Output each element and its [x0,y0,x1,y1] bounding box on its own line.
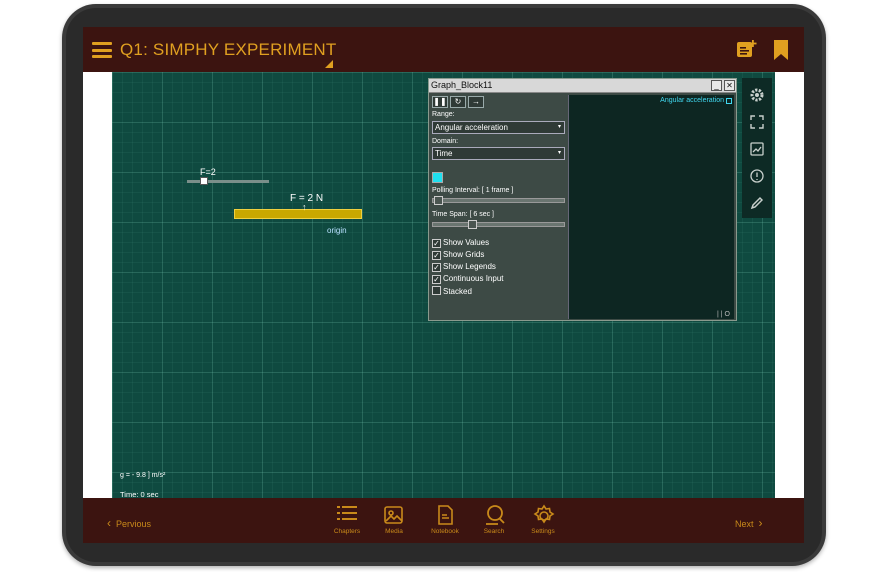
list-icon [337,506,357,520]
search-button[interactable]: Search [474,502,514,538]
previous-button[interactable]: ‹ Pervious [107,516,151,530]
checkbox-box [432,286,441,295]
checkbox-box: ✓ [432,239,441,248]
settings-button[interactable]: Settings [523,502,563,538]
info-icon[interactable] [748,167,766,185]
series-color-swatch[interactable] [432,172,443,183]
rigid-body-rod[interactable] [234,209,362,219]
arrow-right-icon[interactable]: → [468,96,484,108]
gravity-readout: g = - 9.8 ] m/s² [120,472,166,479]
canvas-toolbar [742,78,772,218]
force-slider-label: F=2 [200,167,216,177]
stacked-checkbox[interactable]: Stacked [432,286,472,296]
chevron-right-icon: › [758,516,763,530]
domain-label: Domain: [432,138,459,145]
graph-icon[interactable] [748,140,766,158]
show-legends-checkbox[interactable]: ✓ Show Legends [432,262,496,272]
graph-block-panel[interactable]: Graph_Block11 _ ✕ ❚❚ ↻ → Range: Angular … [428,78,737,321]
checkbox-box: ✓ [432,251,441,260]
polling-interval-knob[interactable] [434,196,443,205]
bookmark-icon[interactable] [773,39,789,66]
plot-footer-controls[interactable]: | | O [717,311,730,318]
continuous-input-checkbox[interactable]: ✓ Continuous Input [432,274,504,284]
media-button[interactable]: Media [374,502,414,538]
next-button[interactable]: Next › [735,516,763,530]
search-label: Search [483,528,505,535]
chevron-down-icon: ▾ [557,124,561,130]
add-note-icon[interactable] [736,39,758,64]
range-value: Angular acceleration [435,123,508,132]
page-title: Q1: SIMPHY EXPERIMENT [120,40,337,59]
image-icon [384,506,403,524]
time-span-slider[interactable] [432,220,565,229]
graph-panel-titlebar[interactable]: Graph_Block11 _ ✕ [429,79,736,93]
fullscreen-icon[interactable] [748,113,766,131]
chapters-button[interactable]: Chapters [327,502,367,538]
chevron-left-icon: ‹ [107,516,111,530]
domain-value: Time [435,149,453,158]
domain-select[interactable]: Time ▾ [432,147,565,160]
checkbox-box: ✓ [432,275,441,284]
title-corner-marker [325,60,333,68]
search-icon [486,505,505,525]
pause-icon[interactable]: ❚❚ [432,96,448,108]
force-label: F = 2 N [290,193,324,204]
force-slider-knob[interactable] [200,177,208,185]
pencil-icon[interactable] [748,194,766,212]
refresh-icon[interactable]: ↻ [450,96,466,108]
settings-label: Settings [531,528,555,535]
checkbox-box: ✓ [432,263,441,272]
force-arrow-icon: ↑ [302,202,307,212]
media-label: Media [385,528,403,535]
checkbox-label: Stacked [443,287,472,296]
graph-panel-title: Graph_Block11 [431,80,493,90]
gear-icon[interactable] [748,86,766,104]
show-values-checkbox[interactable]: ✓ Show Values [432,238,489,248]
polling-interval-slider[interactable] [432,196,565,205]
graph-plot-area[interactable]: Angular acceleration | | O [568,95,734,319]
notebook-button[interactable]: Notebook [425,502,465,538]
origin-label: origin [327,226,347,235]
show-grids-checkbox[interactable]: ✓ Show Grids [432,250,484,260]
app-header: Q1: SIMPHY EXPERIMENT [83,27,804,72]
bottom-nav-bar: ‹ Pervious Chapters Media Notebook Searc… [83,498,804,543]
next-label: Next [735,519,754,529]
checkbox-label: Show Grids [443,250,485,259]
chapters-label: Chapters [333,528,361,535]
chevron-down-icon: ▾ [557,150,561,156]
range-label: Range: [432,111,455,118]
checkbox-label: Show Values [443,238,490,247]
notebook-label: Notebook [431,528,459,535]
checkbox-label: Continuous Input [443,274,504,283]
close-icon[interactable]: ✕ [724,80,735,91]
legend-toggle[interactable] [726,98,732,104]
legend-entry: Angular acceleration [660,97,724,104]
gear-icon [533,504,555,524]
previous-label: Pervious [116,519,152,529]
time-span-label: Time Span: [ 6 sec ] [432,211,494,218]
notebook-icon [438,505,453,525]
range-select[interactable]: Angular acceleration ▾ [432,121,565,134]
minimize-icon[interactable]: _ [711,80,722,91]
checkbox-label: Show Legends [443,262,496,271]
app-screen: Q1: SIMPHY EXPERIMENT F=2 F = 2 N ↑ orig… [83,27,804,543]
graph-settings: ❚❚ ↻ → Range: Angular acceleration ▾ Dom… [431,95,567,319]
time-span-knob[interactable] [468,220,477,229]
hamburger-menu-icon[interactable] [92,42,112,58]
polling-interval-label: Polling Interval: [ 1 frame ] [432,187,514,194]
